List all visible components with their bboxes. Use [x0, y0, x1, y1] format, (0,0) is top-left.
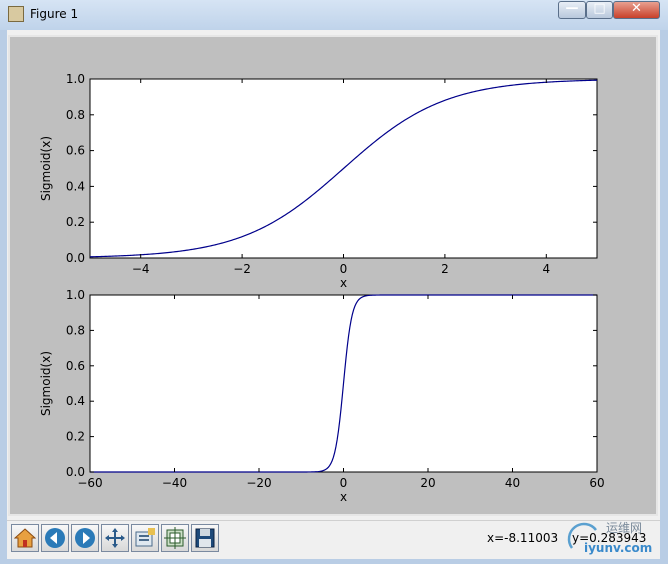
plot2-xtick-label: 60: [589, 476, 604, 490]
zoom-rect-icon: [135, 528, 155, 547]
plot2-ytick-label: 0.8: [66, 323, 85, 337]
forward-button[interactable]: [71, 524, 99, 552]
subplots-config-icon: [164, 527, 186, 549]
plot1-ytick-label: 0.4: [66, 179, 85, 193]
title-bar[interactable]: Figure 1 — □ ✕: [0, 0, 668, 30]
coords-x-readout: x=-8.11003: [487, 531, 559, 545]
plot1-xtick-label: −2: [233, 262, 251, 276]
save-button[interactable]: [191, 524, 219, 552]
plot2-xtick-label: −40: [162, 476, 187, 490]
figure-canvas: −4 −2 0 2 4 0.0 0.2 0.4 0.6 0.8 1.0 x Sigmoid(x) −60−…: [8, 35, 658, 516]
minimize-icon: —: [565, 1, 579, 16]
plot1-xtick-label: 0: [340, 262, 348, 276]
pan-button[interactable]: [101, 524, 129, 552]
app-icon: [8, 6, 24, 22]
back-arrow-icon: [45, 528, 65, 548]
plot2-xtick-label: 20: [420, 476, 435, 490]
plot1-xtick-label: 4: [542, 262, 550, 276]
plot2-ytick-label: 0.2: [66, 430, 85, 444]
window-title: Figure 1: [30, 7, 79, 21]
plot1-xtick-label: −4: [132, 262, 150, 276]
navigation-toolbar: [7, 520, 660, 559]
plot1-ylabel: Sigmoid(x): [39, 136, 53, 201]
plot2-ytick-label: 1.0: [66, 288, 85, 302]
plot2-xtick-label: −20: [246, 476, 271, 490]
maximize-button[interactable]: □: [586, 1, 613, 19]
home-button[interactable]: [11, 524, 39, 552]
plot1-ytick-label: 0.8: [66, 108, 85, 122]
plot2-xlabel: x: [340, 490, 347, 504]
watermark-svg: 运维网 iyunv.com: [567, 521, 652, 555]
watermark-text: 运维网: [606, 521, 642, 535]
plot1-xlabel: x: [340, 276, 347, 290]
plot2-ylabel: Sigmoid(x): [39, 351, 53, 416]
plot1-ytick-label: 0.0: [66, 251, 85, 265]
plot1-ytick-label: 0.6: [66, 144, 85, 158]
watermark-logo: 运维网 iyunv.com: [566, 518, 662, 558]
home-icon: [14, 528, 36, 548]
save-floppy-icon: [195, 528, 215, 548]
subplots-button[interactable]: [161, 524, 189, 552]
close-icon: ✕: [631, 1, 642, 16]
plot2-ytick-label: 0.4: [66, 394, 85, 408]
plot1-ytick-label: 1.0: [66, 72, 85, 86]
pan-move-icon: [105, 528, 125, 548]
plot2-ytick-label: 0.6: [66, 359, 85, 373]
plot2-xtick-label: 0: [340, 476, 348, 490]
minimize-button[interactable]: —: [558, 1, 586, 19]
figure-window: Figure 1 — □ ✕ −4 −2 0 2 4 0.0 0.2 0.4 0.6 0.8 1.0…: [0, 0, 668, 564]
plot1-ytick-label: 0.2: [66, 215, 85, 229]
plots-svg: −4 −2 0 2 40.00.20.40.60.81.0xSigmoid(x)−60−…: [39, 72, 605, 504]
watermark-url: iyunv.com: [584, 541, 652, 555]
back-button[interactable]: [41, 524, 69, 552]
plot1-xtick-label: 2: [441, 262, 449, 276]
plot2-xtick-label: 40: [505, 476, 520, 490]
maximize-icon: □: [593, 1, 606, 16]
close-button[interactable]: ✕: [613, 1, 660, 19]
plot2-ytick-label: 0.0: [66, 465, 85, 479]
forward-arrow-icon: [75, 528, 95, 548]
zoom-button[interactable]: [131, 524, 159, 552]
